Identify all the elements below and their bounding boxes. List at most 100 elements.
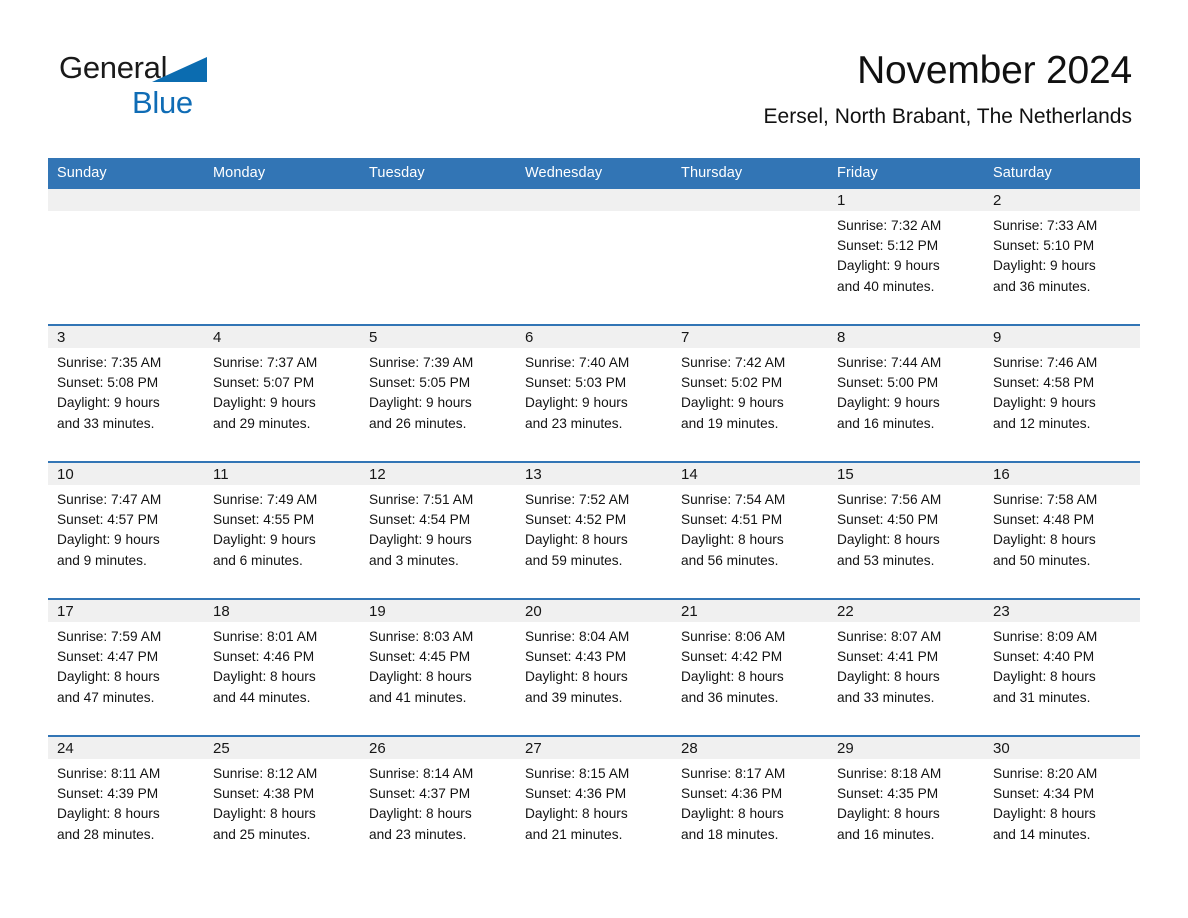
calendar-day-cell[interactable]: 3 Sunrise: 7:35 AM Sunset: 5:08 PM Daylight…: [48, 324, 204, 462]
daylight-text-line1: Daylight: 9 hours: [57, 532, 160, 548]
calendar-day-cell[interactable]: 29 Sunrise: 8:18 AM Sunset: 4:35 PM Dayligh…: [828, 735, 984, 872]
daylight-text-line1: Daylight: 8 hours: [525, 669, 628, 685]
daylight-text-line2: and 21 minutes.: [525, 826, 623, 842]
daylight-text-line2: and 36 minutes.: [681, 689, 779, 705]
sunrise-text: Sunrise: 7:47 AM: [57, 492, 162, 507]
calendar-day-cell[interactable]: 27 Sunrise: 8:15 AM Sunset: 4:36 PM Dayligh…: [516, 735, 672, 872]
sunset-text: Sunset: 5:03 PM: [525, 375, 627, 391]
calendar-day-cell[interactable]: 5 Sunrise: 7:39 AM Sunset: 5:05 PM Daylight…: [360, 324, 516, 462]
calendar-day-cell[interactable]: 24 Sunrise: 8:11 AM Sunset: 4:39 PM Dayligh…: [48, 735, 204, 872]
sunrise-text: Sunrise: 8:09 AM: [993, 629, 1098, 644]
sunset-text: Sunset: 4:39 PM: [57, 786, 159, 802]
calendar-day-cell[interactable]: 18 Sunrise: 8:01 AM Sunset: 4:46 PM Dayligh…: [204, 598, 360, 736]
sunrise-text: Sunrise: 8:04 AM: [525, 629, 630, 644]
calendar-week-row: 24 Sunrise: 8:11 AM Sunset: 4:39 PM Dayligh…: [48, 735, 1140, 872]
calendar-day-cell[interactable]: 22 Sunrise: 8:07 AM Sunset: 4:41 PM Dayligh…: [828, 598, 984, 736]
day-number: 13: [516, 463, 672, 485]
weekday-header-friday: Friday: [828, 158, 984, 189]
sunset-text: Sunset: 4:45 PM: [369, 649, 471, 665]
calendar-day-cell[interactable]: 15 Sunrise: 7:56 AM Sunset: 4:50 PM Dayligh…: [828, 461, 984, 599]
daylight-text-line2: and 31 minutes.: [993, 689, 1091, 705]
day-details: Sunrise: 7:32 AM Sunset: 5:12 PM Daylight:…: [828, 211, 984, 297]
day-details: Sunrise: 8:15 AM Sunset: 4:36 PM Daylight:…: [516, 759, 672, 845]
daylight-text-line1: Daylight: 9 hours: [213, 395, 316, 411]
day-details: Sunrise: 8:20 AM Sunset: 4:34 PM Daylight:…: [984, 759, 1140, 845]
calendar-day-cell[interactable]: 17 Sunrise: 7:59 AM Sunset: 4:47 PM Dayligh…: [48, 598, 204, 736]
sunset-text: Sunset: 5:05 PM: [369, 375, 471, 391]
calendar-empty-cell: [48, 189, 204, 325]
calendar-day-cell[interactable]: 6 Sunrise: 7:40 AM Sunset: 5:03 PM Daylight…: [516, 324, 672, 462]
calendar-day-cell[interactable]: 14 Sunrise: 7:54 AM Sunset: 4:51 PM Dayligh…: [672, 461, 828, 599]
daylight-text-line1: Daylight: 9 hours: [369, 532, 472, 548]
calendar-day-cell[interactable]: 4 Sunrise: 7:37 AM Sunset: 5:07 PM Daylight…: [204, 324, 360, 462]
daylight-text-line1: Daylight: 8 hours: [993, 669, 1096, 685]
day-cell-inner: 10 Sunrise: 7:47 AM Sunset: 4:57 PM Dayligh…: [48, 463, 204, 598]
sunrise-text: Sunrise: 7:49 AM: [213, 492, 318, 507]
calendar-day-cell[interactable]: 19 Sunrise: 8:03 AM Sunset: 4:45 PM Dayligh…: [360, 598, 516, 736]
day-details: Sunrise: 7:47 AM Sunset: 4:57 PM Daylight:…: [48, 485, 204, 571]
daylight-text-line1: Daylight: 9 hours: [837, 395, 940, 411]
calendar-day-cell[interactable]: 2 Sunrise: 7:33 AM Sunset: 5:10 PM Daylight…: [984, 189, 1140, 325]
day-details: Sunrise: 7:52 AM Sunset: 4:52 PM Daylight:…: [516, 485, 672, 571]
sunrise-text: Sunrise: 7:42 AM: [681, 355, 786, 370]
sunset-text: Sunset: 4:41 PM: [837, 649, 939, 665]
calendar-day-cell[interactable]: 8 Sunrise: 7:44 AM Sunset: 5:00 PM Daylight…: [828, 324, 984, 462]
daylight-text-line1: Daylight: 9 hours: [837, 258, 940, 274]
daylight-text-line2: and 29 minutes.: [213, 415, 311, 431]
calendar-week-row: 17 Sunrise: 7:59 AM Sunset: 4:47 PM Dayligh…: [48, 598, 1140, 736]
daylight-text-line1: Daylight: 8 hours: [369, 669, 472, 685]
sunrise-text: Sunrise: 7:56 AM: [837, 492, 942, 507]
sunset-text: Sunset: 4:40 PM: [993, 649, 1095, 665]
day-details: Sunrise: 7:42 AM Sunset: 5:02 PM Daylight:…: [672, 348, 828, 434]
day-number: 6: [516, 326, 672, 348]
sunrise-text: Sunrise: 8:01 AM: [213, 629, 318, 644]
general-blue-logo[interactable]: General Blue: [59, 52, 319, 122]
sunset-text: Sunset: 4:36 PM: [681, 786, 783, 802]
calendar-day-cell[interactable]: 23 Sunrise: 8:09 AM Sunset: 4:40 PM Dayligh…: [984, 598, 1140, 736]
calendar-empty-cell: [360, 189, 516, 325]
calendar-page: General Blue November 2024 Eersel, North…: [0, 0, 1188, 918]
day-details: Sunrise: 8:17 AM Sunset: 4:36 PM Daylight:…: [672, 759, 828, 845]
day-details: Sunrise: 7:56 AM Sunset: 4:50 PM Daylight:…: [828, 485, 984, 571]
day-cell-inner: 29 Sunrise: 8:18 AM Sunset: 4:35 PM Dayligh…: [828, 737, 984, 872]
calendar-day-cell[interactable]: 10 Sunrise: 7:47 AM Sunset: 4:57 PM Dayligh…: [48, 461, 204, 599]
calendar-day-cell[interactable]: 21 Sunrise: 8:06 AM Sunset: 4:42 PM Dayligh…: [672, 598, 828, 736]
daylight-text-line2: and 6 minutes.: [213, 552, 303, 568]
day-cell-inner: 18 Sunrise: 8:01 AM Sunset: 4:46 PM Dayligh…: [204, 600, 360, 735]
logo-word-blue: Blue: [132, 85, 193, 120]
calendar-day-cell[interactable]: 9 Sunrise: 7:46 AM Sunset: 4:58 PM Daylight…: [984, 324, 1140, 462]
calendar-day-cell[interactable]: 11 Sunrise: 7:49 AM Sunset: 4:55 PM Dayligh…: [204, 461, 360, 599]
calendar-empty-cell: [516, 189, 672, 325]
sunrise-text: Sunrise: 7:51 AM: [369, 492, 474, 507]
calendar-day-cell[interactable]: 1 Sunrise: 7:32 AM Sunset: 5:12 PM Daylight…: [828, 189, 984, 325]
weekday-header-sunday: Sunday: [48, 158, 204, 189]
sunrise-text: Sunrise: 8:06 AM: [681, 629, 786, 644]
calendar-day-cell[interactable]: 13 Sunrise: 7:52 AM Sunset: 4:52 PM Dayligh…: [516, 461, 672, 599]
daylight-text-line1: Daylight: 8 hours: [525, 806, 628, 822]
sunset-text: Sunset: 4:37 PM: [369, 786, 471, 802]
calendar-day-cell[interactable]: 26 Sunrise: 8:14 AM Sunset: 4:37 PM Dayligh…: [360, 735, 516, 872]
day-number: 26: [360, 737, 516, 759]
sunset-text: Sunset: 4:58 PM: [993, 375, 1095, 391]
calendar-day-cell[interactable]: 16 Sunrise: 7:58 AM Sunset: 4:48 PM Dayligh…: [984, 461, 1140, 599]
daylight-text-line2: and 53 minutes.: [837, 552, 935, 568]
day-number: 21: [672, 600, 828, 622]
calendar-day-cell[interactable]: 28 Sunrise: 8:17 AM Sunset: 4:36 PM Dayligh…: [672, 735, 828, 872]
daylight-text-line2: and 23 minutes.: [525, 415, 623, 431]
day-number: [516, 189, 672, 211]
day-cell-inner: 30 Sunrise: 8:20 AM Sunset: 4:34 PM Dayligh…: [984, 737, 1140, 872]
day-details: Sunrise: 7:49 AM Sunset: 4:55 PM Daylight:…: [204, 485, 360, 571]
daylight-text-line1: Daylight: 8 hours: [837, 532, 940, 548]
day-details: Sunrise: 7:44 AM Sunset: 5:00 PM Daylight:…: [828, 348, 984, 434]
day-number: 11: [204, 463, 360, 485]
day-cell-inner: 28 Sunrise: 8:17 AM Sunset: 4:36 PM Dayligh…: [672, 737, 828, 872]
calendar-day-cell[interactable]: 25 Sunrise: 8:12 AM Sunset: 4:38 PM Dayligh…: [204, 735, 360, 872]
sunset-text: Sunset: 4:51 PM: [681, 512, 783, 528]
day-number: 9: [984, 326, 1140, 348]
calendar-day-cell[interactable]: 20 Sunrise: 8:04 AM Sunset: 4:43 PM Dayligh…: [516, 598, 672, 736]
calendar-day-cell[interactable]: 30 Sunrise: 8:20 AM Sunset: 4:34 PM Dayligh…: [984, 735, 1140, 872]
calendar-day-cell[interactable]: 7 Sunrise: 7:42 AM Sunset: 5:02 PM Daylight…: [672, 324, 828, 462]
day-cell-inner: 21 Sunrise: 8:06 AM Sunset: 4:42 PM Dayligh…: [672, 600, 828, 735]
calendar-day-cell[interactable]: 12 Sunrise: 7:51 AM Sunset: 4:54 PM Dayligh…: [360, 461, 516, 599]
daylight-text-line2: and 39 minutes.: [525, 689, 623, 705]
